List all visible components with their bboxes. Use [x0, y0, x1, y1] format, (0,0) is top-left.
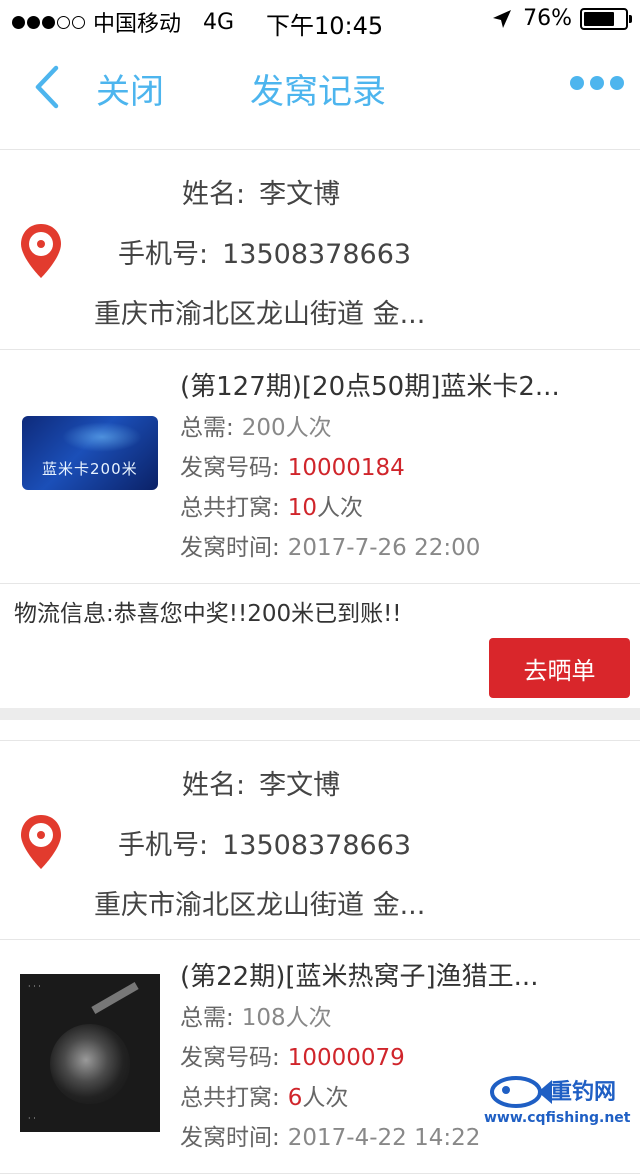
page-title: 发窝记录 — [250, 72, 386, 112]
show-order-button[interactable]: 去晒单 — [489, 638, 630, 698]
battery-icon — [580, 7, 632, 30]
product-image-label: 蓝米卡200米 — [42, 460, 138, 478]
ticket-code-row: 发窝号码: 10000079 — [180, 1045, 405, 1071]
product-section[interactable]: · · · · · (第22期)[蓝米热窝子]渔猎王... 总需: 108人次 发… — [0, 940, 640, 1174]
recipient-phone: 手机号: 13508378663 — [118, 830, 412, 861]
site-watermark: 重钓网 www.cqfishing.net — [478, 1064, 638, 1134]
location-arrow-icon — [493, 9, 512, 28]
back-chevron-icon[interactable] — [28, 62, 68, 112]
close-button[interactable]: 关闭 — [96, 64, 164, 113]
location-pin-icon — [21, 815, 61, 869]
product-image[interactable]: 蓝米卡200米 — [22, 416, 158, 490]
recipient-name: 姓名: 李文博 — [182, 770, 341, 801]
total-count-row: 总共打窝: 10人次 — [180, 495, 364, 521]
watermark-title: 重钓网 — [550, 1080, 617, 1105]
navigation-bar: 关闭 发窝记录 — [0, 40, 640, 150]
ticket-code-row: 发窝号码: 10000184 — [180, 455, 405, 481]
product-section[interactable]: 蓝米卡200米 (第127期)[20点50期]蓝米卡2... 总需: 200人次 … — [0, 350, 640, 584]
location-pin-icon — [21, 224, 61, 278]
address-section: 姓名: 李文博 手机号: 13508378663 重庆市渝北区龙山街道 金... — [0, 740, 640, 940]
recipient-address: 重庆市渝北区龙山街道 金... — [94, 299, 426, 330]
status-bar: 中国移动 4G 下午10:45 76% — [0, 0, 640, 40]
product-title[interactable]: (第22期)[蓝米热窝子]渔猎王... — [180, 956, 538, 993]
product-title[interactable]: (第127期)[20点50期]蓝米卡2... — [180, 366, 560, 403]
recipient-phone: 手机号: 13508378663 — [118, 239, 412, 270]
logistics-section: 物流信息:恭喜您中奖!!200米已到账!! 去晒单 — [0, 584, 640, 708]
logistics-info: 物流信息:恭喜您中奖!!200米已到账!! — [14, 601, 402, 627]
section-divider — [0, 708, 640, 720]
record-card: 姓名: 李文博 手机号: 13508378663 重庆市渝北区龙山街道 金... 蓝… — [0, 150, 640, 720]
product-image[interactable]: · · · · · — [20, 974, 160, 1132]
signal-strength-icon — [12, 15, 85, 29]
battery-percent: 76% — [523, 6, 572, 31]
clock: 下午10:45 — [266, 12, 384, 40]
watermark-url: www.cqfishing.net — [484, 1110, 631, 1126]
issue-time-row: 发窝时间: 2017-7-26 22:00 — [180, 535, 481, 561]
recipient-name: 姓名: 李文博 — [182, 179, 341, 210]
network-type: 4G — [203, 9, 235, 35]
total-needed-row: 总需: 200人次 — [180, 415, 332, 441]
recipient-address: 重庆市渝北区龙山街道 金... — [94, 890, 426, 921]
total-count-row: 总共打窝: 6人次 — [180, 1085, 349, 1111]
issue-time-row: 发窝时间: 2017-4-22 14:22 — [180, 1125, 481, 1151]
total-needed-row: 总需: 108人次 — [180, 1005, 332, 1031]
carrier-name: 中国移动 — [93, 12, 182, 37]
more-options-icon[interactable] — [570, 76, 624, 90]
fish-logo-icon — [490, 1076, 552, 1108]
address-section: 姓名: 李文博 手机号: 13508378663 重庆市渝北区龙山街道 金... — [0, 150, 640, 350]
